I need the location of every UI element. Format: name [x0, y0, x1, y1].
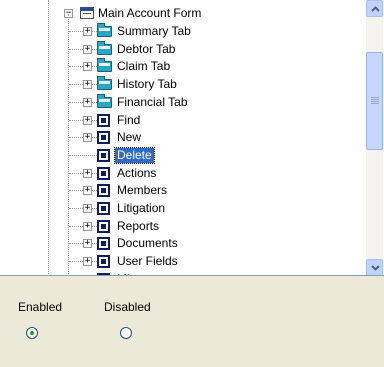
tree-node-actions[interactable]: + Actions	[0, 165, 360, 183]
chevron-up-icon	[371, 6, 380, 12]
tree-node-mi[interactable]: + Mi	[0, 271, 360, 275]
expand-icon[interactable]: +	[83, 204, 92, 213]
tree-node-label[interactable]: Delete	[114, 146, 155, 164]
grip-line	[371, 97, 379, 98]
command-icon	[97, 113, 110, 127]
scroll-down-button[interactable]	[366, 259, 383, 275]
enabled-radio[interactable]	[26, 327, 38, 339]
expand-icon[interactable]: +	[83, 239, 92, 249]
folder-icon	[97, 40, 112, 55]
tree-node-new[interactable]: + New	[0, 129, 360, 147]
tree-node-main-account-form[interactable]: − Main Account Form	[0, 5, 360, 23]
grip-line	[371, 101, 379, 102]
expand-icon[interactable]: +	[83, 133, 92, 143]
tree-node-label[interactable]: User Fields	[115, 254, 180, 269]
tree-node-members[interactable]: + Members	[0, 182, 360, 200]
disabled-label: Disabled	[104, 300, 151, 314]
tree-node-documents[interactable]: + Documents	[0, 235, 360, 253]
command-icon	[97, 219, 110, 233]
tree-node-label[interactable]: Reports	[115, 219, 161, 234]
command-icon	[97, 202, 110, 215]
expand-icon[interactable]: +	[83, 44, 92, 54]
folder-icon	[97, 23, 112, 37]
tree-node-label[interactable]: New	[115, 130, 143, 145]
tree-node-financial-tab[interactable]: + Financial Tab	[0, 93, 360, 112]
tree-node-label[interactable]: Claim Tab	[115, 59, 172, 74]
grip-line	[371, 103, 379, 104]
tree-node-litigation[interactable]: + Litigation	[0, 200, 360, 218]
tree-node-reports[interactable]: + Reports	[0, 218, 360, 236]
expand-icon[interactable]: +	[83, 62, 92, 72]
folder-icon	[97, 93, 112, 108]
tree-node-delete[interactable]: Delete	[0, 146, 360, 165]
tree-node-history-tab[interactable]: + History Tab	[0, 76, 360, 94]
command-icon	[97, 166, 110, 180]
tree-node-label[interactable]: Find	[115, 113, 142, 128]
tree-node-debtor-tab[interactable]: + Debtor Tab	[0, 40, 360, 59]
tree-node-claim-tab[interactable]: + Claim Tab	[0, 58, 360, 76]
tree-node-summary-tab[interactable]: + Summary Tab	[0, 23, 360, 41]
tree-branch-line	[69, 154, 97, 157]
disabled-radio[interactable]	[120, 327, 132, 339]
tree-node-label[interactable]: Documents	[115, 236, 180, 251]
chevron-down-icon	[371, 265, 380, 271]
expand-icon[interactable]: +	[83, 221, 92, 231]
tree-node-label[interactable]: Main Account Form	[96, 6, 203, 21]
tree-vertical-scrollbar[interactable]	[366, 0, 383, 275]
tree-node-label[interactable]: Litigation	[115, 201, 167, 216]
scroll-up-button[interactable]	[366, 0, 383, 17]
expand-icon[interactable]: +	[83, 27, 92, 36]
expand-icon[interactable]: +	[83, 97, 92, 107]
grip-line	[371, 99, 379, 100]
tree-node-label[interactable]: Debtor Tab	[115, 42, 177, 57]
tree-node-label[interactable]: Actions	[115, 166, 158, 181]
tree-node-user-fields[interactable]: + User Fields	[0, 253, 360, 271]
command-icon	[97, 237, 110, 251]
form-icon	[80, 7, 94, 19]
command-icon	[97, 148, 110, 162]
tree-node-label[interactable]: Mi	[115, 272, 132, 275]
expand-icon[interactable]: +	[83, 186, 92, 196]
tree-node-label[interactable]: Members	[115, 183, 169, 198]
command-icon	[97, 131, 110, 145]
expand-icon[interactable]: +	[83, 257, 92, 267]
tree-node-label[interactable]: History Tab	[115, 77, 179, 92]
command-icon	[97, 255, 110, 269]
radio-selected-dot	[30, 331, 34, 335]
folder-icon	[97, 76, 112, 91]
expand-icon[interactable]: +	[83, 115, 92, 125]
expand-icon[interactable]: +	[83, 168, 92, 178]
expand-icon[interactable]: +	[83, 274, 92, 275]
expand-icon[interactable]: +	[83, 80, 92, 90]
command-icon	[97, 272, 110, 275]
folder-icon	[97, 58, 112, 73]
tree-node-label[interactable]: Financial Tab	[115, 95, 190, 110]
tree-node-find[interactable]: + Find	[0, 112, 360, 130]
command-icon	[97, 184, 110, 198]
tree-node-label[interactable]: Summary Tab	[115, 24, 193, 39]
permissions-tree[interactable]: − Main Account Form + Summary Tab + Debtor …	[0, 0, 384, 276]
scroll-thumb[interactable]	[366, 52, 383, 150]
enabled-label: Enabled	[18, 300, 63, 314]
